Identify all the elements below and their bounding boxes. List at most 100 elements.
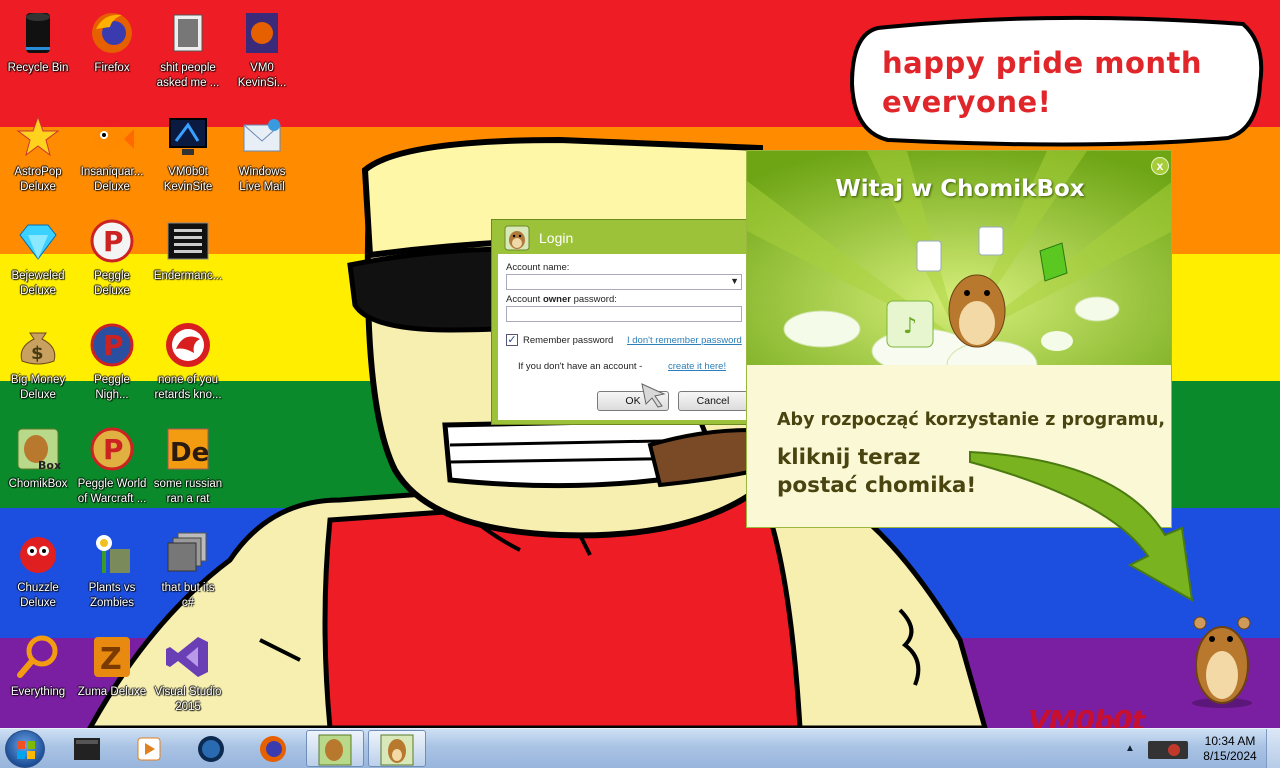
desktop-icon[interactable]: AstroPop Deluxe bbox=[0, 111, 76, 211]
taskbar-item[interactable] bbox=[368, 730, 426, 767]
desktop-icon-label: Endermanc... bbox=[153, 270, 223, 282]
password-input[interactable] bbox=[506, 306, 742, 322]
monitor-icon bbox=[169, 118, 207, 155]
chomikbox-icon: Box bbox=[17, 428, 61, 472]
peggle-nights-icon: P bbox=[90, 323, 134, 367]
visual-studio-icon bbox=[166, 637, 208, 677]
magnifier-icon bbox=[17, 635, 58, 678]
taskbar-item[interactable] bbox=[244, 730, 302, 767]
cancel-button[interactable]: Cancel bbox=[678, 391, 748, 411]
desktop-icon[interactable]: Recycle Bin bbox=[0, 7, 76, 107]
show-desktop-button[interactable] bbox=[1266, 729, 1280, 768]
desktop-icon[interactable]: Firefox bbox=[74, 7, 150, 107]
peggle-icon: P bbox=[90, 219, 134, 263]
desktop-icon[interactable]: Endermanc... bbox=[150, 215, 226, 315]
firefox-shortcut-icon bbox=[246, 13, 278, 53]
login-form: Account name: ▼ Account owner password: … bbox=[498, 254, 748, 420]
taskbar-item[interactable] bbox=[58, 730, 116, 767]
desktop-icon-label: Peggle Nigh... bbox=[94, 374, 130, 401]
taskbar-item[interactable] bbox=[182, 730, 240, 767]
start-button[interactable] bbox=[5, 730, 45, 768]
mouse-cursor-icon bbox=[641, 383, 666, 408]
desktop-icon[interactable]: Box ChomikBox bbox=[0, 423, 76, 523]
astropop-icon bbox=[16, 115, 60, 157]
show-hidden-icons-button[interactable]: ▲ bbox=[1122, 735, 1138, 763]
desktop-icon-label: none of you retards kno... bbox=[154, 374, 222, 401]
desktop-icon-label: ChomikBox bbox=[8, 478, 68, 490]
chevron-down-icon[interactable]: ▼ bbox=[730, 276, 739, 286]
desktop-icon[interactable]: Z Zuma Deluxe bbox=[74, 631, 150, 731]
chomikbox-instruction-line2: kliknij teraz postać chomika! bbox=[777, 445, 977, 498]
desktop-icon-label: Insaniquar... Deluxe bbox=[80, 166, 144, 193]
chomikbox-icon bbox=[318, 734, 352, 766]
desktop-icon[interactable]: P Peggle Nigh... bbox=[74, 319, 150, 419]
desktop-icon-label: Peggle World of Warcraft ... bbox=[77, 478, 147, 505]
desktop-icon[interactable]: P Peggle World of Warcraft ... bbox=[74, 423, 150, 523]
chomikbox-hamster-icon bbox=[380, 734, 414, 766]
account-name-label: Account name: bbox=[506, 262, 570, 273]
password-label-post: password: bbox=[570, 294, 617, 305]
forgot-password-link[interactable]: I don't remember password bbox=[627, 335, 742, 346]
desktop-icon-label: VM0 KevinSi... bbox=[237, 62, 287, 89]
svg-text:Z: Z bbox=[100, 642, 122, 677]
svg-text:P: P bbox=[103, 433, 124, 466]
de-icon: De bbox=[167, 428, 209, 470]
login-dialog: Login Account name: ▼ Account owner pass… bbox=[491, 219, 753, 425]
password-label-bold: owner bbox=[542, 294, 571, 305]
remember-password-checkbox[interactable]: ✓ bbox=[506, 334, 518, 346]
desktop-icon[interactable]: VM0 KevinSi... bbox=[224, 7, 300, 107]
desktop-icon-label: Bejeweled Deluxe bbox=[11, 270, 65, 297]
desktop-icon[interactable]: Chuzzle Deluxe bbox=[0, 527, 76, 627]
taskbar-item[interactable] bbox=[120, 730, 178, 767]
desktop-icon-label: Windows Live Mail bbox=[238, 166, 286, 193]
desktop-icon-label: that but its c# bbox=[161, 582, 215, 609]
desktop-icon-label: Big Money Deluxe bbox=[10, 374, 66, 401]
media-player-icon bbox=[137, 737, 161, 761]
desktop-icon[interactable]: Bejeweled Deluxe bbox=[0, 215, 76, 315]
insaniquarium-fish-icon bbox=[94, 127, 134, 151]
desktop-icon[interactable]: Everything bbox=[0, 631, 76, 731]
desktop-icon[interactable]: De some russian ran a rat bbox=[150, 423, 226, 523]
system-clock[interactable]: 10:34 AM 8/15/2024 bbox=[1198, 734, 1262, 764]
desktop-icon[interactable]: that but its c# bbox=[150, 527, 226, 627]
desktop-icon[interactable]: VM0b0t KevinSite bbox=[150, 111, 226, 211]
windows-stack-icon bbox=[167, 532, 207, 572]
folder-icon bbox=[173, 14, 203, 52]
desktop-icon[interactable]: shit people asked me ... bbox=[150, 7, 226, 107]
login-titlebar[interactable]: Login bbox=[492, 220, 752, 254]
desktop-icon[interactable]: $ Big Money Deluxe bbox=[0, 319, 76, 419]
desktop-icon[interactable]: none of you retards kno... bbox=[150, 319, 226, 419]
desktop-icon[interactable]: P Peggle Deluxe bbox=[74, 215, 150, 315]
close-icon[interactable]: x bbox=[1151, 157, 1169, 175]
taskbar-item[interactable] bbox=[306, 730, 364, 767]
desktop-icon-label: VM0b0t KevinSite bbox=[163, 166, 213, 193]
desktop-icon-label: Visual Studio 2015 bbox=[154, 686, 222, 713]
plants-vs-zombies-icon bbox=[96, 535, 130, 573]
windows-logo-icon bbox=[17, 741, 35, 759]
chomikbox-instruction-line1: Aby rozpocząć korzystanie z programu, bbox=[777, 410, 1165, 430]
password-label: Account owner password: bbox=[506, 294, 617, 305]
terminal-icon bbox=[167, 222, 209, 260]
account-name-combobox[interactable]: ▼ bbox=[506, 274, 742, 290]
desktop-icon-label: Plants vs Zombies bbox=[88, 582, 136, 609]
gem-icon bbox=[19, 224, 57, 260]
red-dragon-icon bbox=[166, 323, 210, 367]
svg-text:Box: Box bbox=[38, 459, 61, 472]
chuzzle-icon bbox=[20, 537, 56, 573]
clock-time: 10:34 AM bbox=[1204, 734, 1256, 748]
hamster-icon bbox=[504, 225, 530, 251]
desktop-icon[interactable]: Insaniquar... Deluxe bbox=[74, 111, 150, 211]
desktop-icon[interactable]: Visual Studio 2015 bbox=[150, 631, 226, 731]
camera-tray-icon[interactable] bbox=[1146, 735, 1190, 763]
taskbar: ▲ 10:34 AM 8/15/2024 bbox=[0, 728, 1280, 768]
chomikbox-title: Witaj w ChomikBox bbox=[835, 176, 1085, 202]
desktop-icon[interactable]: Plants vs Zombies bbox=[74, 527, 150, 627]
speech-bubble-text: happy pride month everyone! bbox=[882, 46, 1203, 119]
desktop-icon-label: Recycle Bin bbox=[7, 62, 69, 74]
green-arrow-graphic bbox=[969, 450, 1194, 602]
create-account-link[interactable]: create it here! bbox=[668, 361, 726, 372]
password-label-pre: Account bbox=[506, 294, 543, 305]
desktop-icon[interactable]: Windows Live Mail bbox=[224, 111, 300, 211]
peggle-wow-icon: P bbox=[90, 427, 134, 471]
hamster-mascot[interactable] bbox=[1180, 603, 1264, 709]
